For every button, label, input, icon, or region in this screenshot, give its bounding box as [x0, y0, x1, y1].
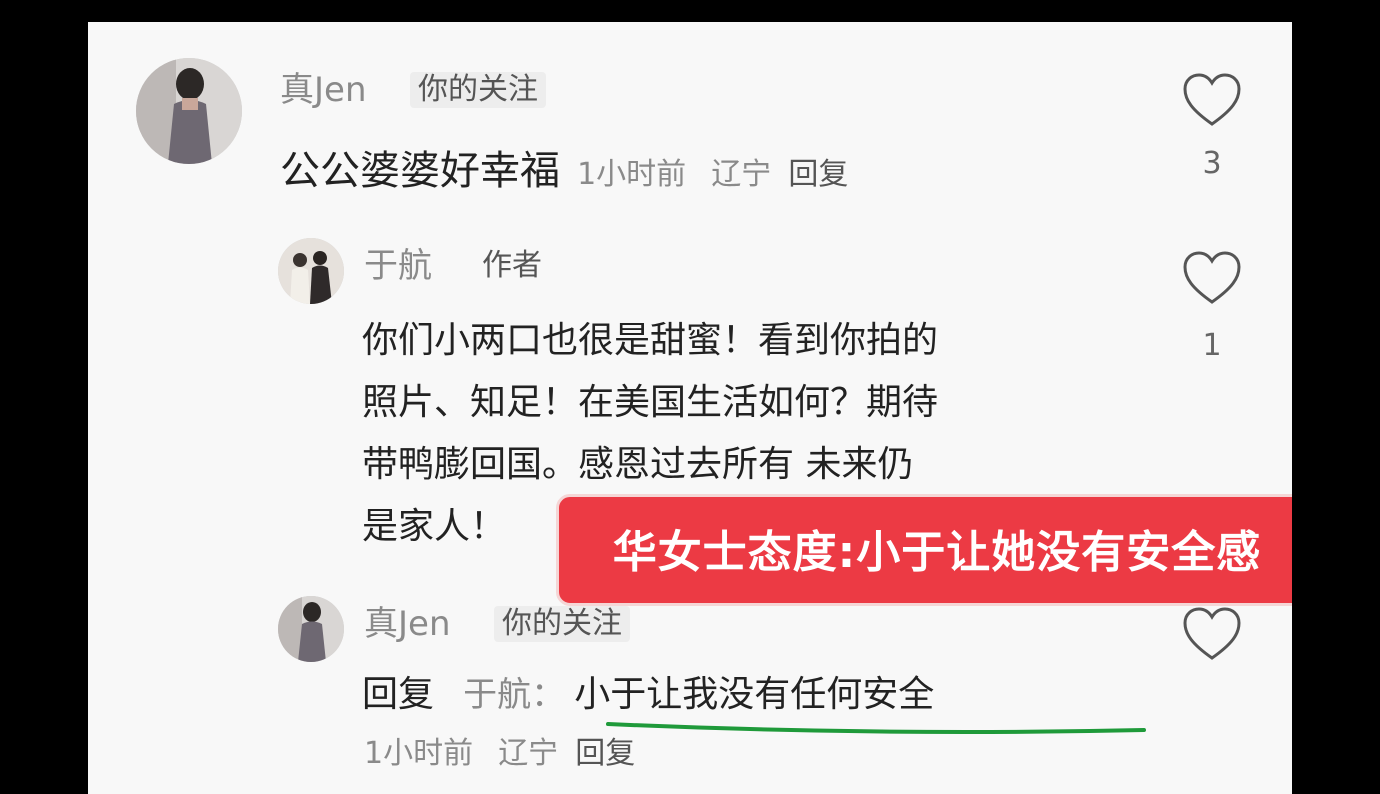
username[interactable]: 于航 — [364, 246, 432, 286]
reply-text-line: 照片、知足！在美国生活如何？期待 — [362, 382, 939, 423]
reply-link[interactable]: 回复 — [575, 736, 635, 771]
reply-prefix: 回复 — [362, 674, 435, 715]
comment-panel: 真Jen 你的关注 公公婆婆好幸福 1小时前 辽宁 回复 3 于航 作者 你们小… — [88, 22, 1292, 794]
like-count: 3 — [1202, 146, 1222, 181]
follow-tag: 你的关注 — [494, 606, 630, 642]
reply-text-line: 带鸭膨回国。感恩过去所有 未来仍 — [362, 444, 914, 485]
username[interactable]: 真Jen — [280, 70, 367, 110]
like-heart-icon[interactable] — [1182, 606, 1242, 662]
like-heart-icon[interactable] — [1182, 72, 1242, 128]
like-count: 1 — [1202, 328, 1222, 363]
avatar-image-icon — [136, 58, 242, 164]
caption-banner: 华女士态度:小于让她没有安全感 — [556, 494, 1292, 606]
avatar-image-icon — [278, 596, 344, 662]
follow-tag: 你的关注 — [410, 72, 546, 108]
comment-body-row: 公公婆婆好幸福 1小时前 辽宁 回复 — [280, 148, 848, 194]
reply-text-line: 你们小两口也很是甜蜜！看到你拍的 — [362, 320, 939, 361]
avatar[interactable] — [278, 238, 344, 304]
reply-link[interactable]: 回复 — [788, 157, 848, 192]
avatar-image-icon — [278, 238, 344, 304]
avatar[interactable] — [278, 596, 344, 662]
reply-meta-row: 1小时前 辽宁 回复 — [364, 736, 635, 772]
reply-location: 辽宁 — [498, 736, 559, 771]
comment-text: 公公婆婆好幸福 — [280, 148, 560, 194]
reply-text: 小于让我没有任何安全 — [574, 674, 935, 715]
like-heart-icon[interactable] — [1182, 250, 1242, 306]
username[interactable]: 真Jen — [364, 604, 451, 644]
reply-time: 1小时前 — [364, 736, 474, 771]
reply-to-user[interactable]: 于航： — [463, 675, 565, 715]
author-tag: 作者 — [482, 248, 542, 283]
comment-time: 1小时前 — [577, 157, 687, 192]
highlight-underline — [606, 722, 1146, 734]
reply-body-row: 回复 于航： 小于让我没有任何安全 — [362, 672, 934, 718]
avatar[interactable] — [136, 58, 242, 164]
comment-location: 辽宁 — [711, 157, 772, 192]
